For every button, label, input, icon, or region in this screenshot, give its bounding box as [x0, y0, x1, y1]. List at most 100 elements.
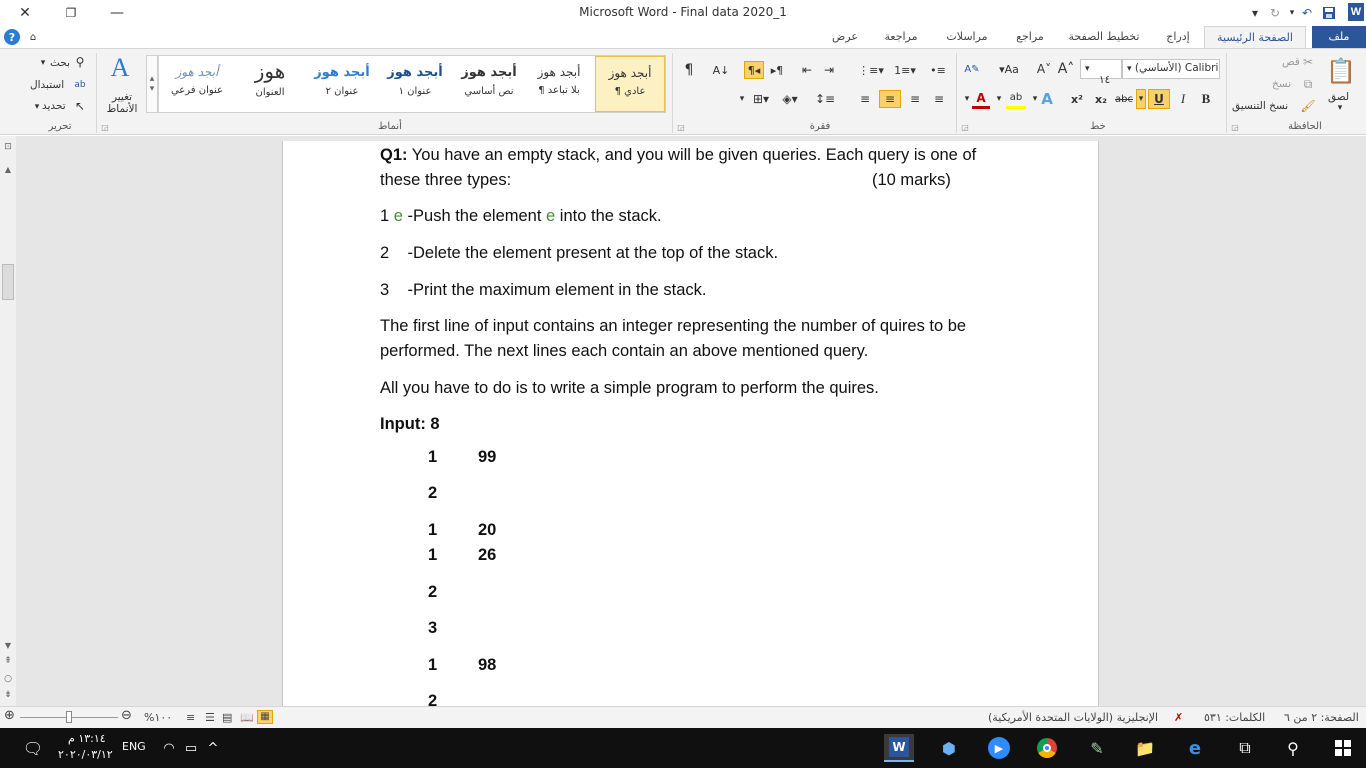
help-icon[interactable]: ?: [4, 29, 20, 45]
borders-icon[interactable]: ⊞▾: [748, 90, 774, 108]
text-effects-icon[interactable]: A: [1038, 89, 1056, 109]
undo-dropdown-icon[interactable]: ▾: [1286, 3, 1298, 23]
font-name-combo[interactable]: ▾ (الأساسي) Calibri: [1122, 59, 1220, 79]
cut-button[interactable]: قص: [1282, 56, 1300, 68]
show-marks-icon[interactable]: ¶: [680, 61, 698, 79]
language-status[interactable]: الإنجليزية (الولايات المتحدة الأمريكية): [988, 711, 1158, 724]
redo-icon[interactable]: ↻: [1266, 3, 1284, 23]
change-styles-icon[interactable]: A: [104, 53, 136, 83]
tab-insert[interactable]: إدراج: [1156, 26, 1200, 48]
web-layout-icon[interactable]: ▤: [222, 711, 232, 724]
select-dropdown-icon[interactable]: ▾: [32, 99, 42, 115]
tab-file[interactable]: ملف: [1312, 26, 1366, 48]
style-body-text[interactable]: أبجد هوز نص أساسي: [453, 56, 525, 112]
scroll-thumb[interactable]: [2, 264, 14, 300]
next-page-icon[interactable]: ⇟: [2, 688, 14, 702]
paste-button[interactable]: لصق: [1328, 91, 1349, 103]
change-case-icon[interactable]: ▾Aa: [996, 59, 1022, 79]
tab-page-layout[interactable]: تخطيط الصفحة: [1062, 26, 1146, 48]
superscript-icon[interactable]: x²: [1068, 90, 1086, 108]
find-dropdown-icon[interactable]: ▾: [38, 55, 48, 71]
shading-icon[interactable]: ◈▾: [778, 90, 802, 108]
page-number[interactable]: الصفحة: ٢ من ٦: [1284, 711, 1359, 724]
sort-icon[interactable]: A↓: [712, 61, 730, 79]
italic-icon[interactable]: I: [1174, 90, 1192, 108]
shrink-font-icon[interactable]: A˅: [1034, 59, 1054, 79]
chrome-icon[interactable]: [1032, 734, 1062, 762]
collapse-ribbon-icon[interactable]: ⌂: [26, 29, 40, 45]
zoom-app-icon[interactable]: ▶: [984, 734, 1014, 762]
scroll-down-icon[interactable]: ▼: [2, 640, 14, 650]
language-indicator[interactable]: ENG: [122, 740, 146, 753]
style-heading-1[interactable]: أبجد هوز عنوان ١: [379, 56, 451, 112]
font-size-combo[interactable]: ▾ ١٤: [1080, 59, 1122, 86]
align-left-icon[interactable]: ≡: [879, 90, 901, 108]
tab-references[interactable]: مراجع: [1006, 26, 1054, 48]
zoom-slider-thumb[interactable]: [66, 711, 72, 723]
style-subtitle[interactable]: أبجد هوز عنوان فرعي: [163, 56, 231, 112]
clock-date[interactable]: ٢٠٢٠/٠٣/١٢: [58, 748, 113, 761]
change-styles-button[interactable]: تغيير الأنماط: [101, 91, 143, 115]
grow-font-icon[interactable]: A˄: [1056, 59, 1076, 79]
multilevel-list-icon[interactable]: ⋮≡▾: [856, 61, 886, 79]
styles-launcher-icon[interactable]: ◲: [100, 121, 110, 133]
outline-view-icon[interactable]: ☰: [205, 711, 215, 724]
proofing-icon[interactable]: ✗: [1174, 711, 1183, 724]
strikethrough-icon[interactable]: abc: [1114, 90, 1134, 108]
underline-dropdown-icon[interactable]: ▾: [1136, 89, 1146, 109]
browse-object-icon[interactable]: ○: [2, 672, 14, 686]
bullets-icon[interactable]: •≡: [926, 61, 950, 79]
vertical-scrollbar[interactable]: ⊡ ▲ ▼ ⇞ ○ ⇟: [0, 136, 16, 706]
increase-indent-icon[interactable]: ⇥: [820, 61, 838, 79]
highlight-icon[interactable]: ab: [1006, 89, 1026, 109]
file-explorer-icon[interactable]: 📁: [1130, 734, 1160, 762]
previous-page-icon[interactable]: ⇞: [2, 654, 14, 668]
print-layout-icon[interactable]: ▦: [257, 710, 273, 724]
word-count[interactable]: الكلمات: ٥٣١: [1204, 711, 1265, 724]
styles-scroll-icon[interactable]: ▴ ▾: [146, 55, 158, 113]
scroll-up-icon[interactable]: ▲: [2, 164, 14, 174]
start-button[interactable]: [1328, 734, 1358, 762]
paste-icon[interactable]: 📋: [1324, 53, 1358, 89]
full-screen-reading-icon[interactable]: 📖: [240, 711, 254, 724]
style-no-spacing[interactable]: أبجد هوز ¶ بلا تباعد: [527, 56, 591, 112]
replace-button[interactable]: استبدال: [30, 79, 64, 91]
task-view-icon[interactable]: ⧉: [1230, 734, 1260, 762]
tools-icon[interactable]: ✎: [1082, 734, 1112, 762]
align-center-icon[interactable]: ≡: [904, 90, 926, 108]
document-page[interactable]: Q1: You have an empty stack, and you wil…: [282, 141, 1099, 706]
rtl-direction-icon[interactable]: ¶◂: [744, 61, 764, 79]
virtualbox-icon[interactable]: ⬢: [934, 734, 964, 762]
zoom-in-icon[interactable]: ⊕: [4, 708, 15, 723]
style-normal[interactable]: أبجد هوز ¶ عادي: [595, 56, 665, 112]
style-heading-2[interactable]: أبجد هوز عنوان ٢: [307, 56, 377, 112]
format-painter-button[interactable]: نسخ التنسيق: [1232, 100, 1288, 112]
ltr-direction-icon[interactable]: ▸¶: [768, 61, 786, 79]
font-launcher-icon[interactable]: ◲: [960, 121, 970, 133]
find-button[interactable]: بحث: [50, 57, 70, 69]
select-button[interactable]: تحديد: [42, 100, 66, 112]
font-color-dropdown-icon[interactable]: ▾: [962, 90, 972, 108]
zoom-level[interactable]: %١٠٠: [144, 711, 172, 724]
highlight-dropdown-icon[interactable]: ▾: [994, 90, 1004, 108]
font-color-icon[interactable]: A: [972, 89, 990, 109]
search-icon[interactable]: ⚲: [1278, 734, 1308, 762]
word-taskbar-icon[interactable]: W: [884, 734, 914, 762]
copy-button[interactable]: نسخ: [1272, 78, 1291, 90]
clock-time[interactable]: ١٣:١٤ م: [68, 732, 106, 745]
ruler-toggle-icon[interactable]: ⊡: [2, 140, 14, 154]
tab-home[interactable]: الصفحة الرئيسية: [1204, 26, 1306, 49]
zoom-out-icon[interactable]: ⊖: [121, 708, 132, 723]
subscript-icon[interactable]: x₂: [1092, 90, 1110, 108]
tab-view[interactable]: عرض: [818, 26, 872, 48]
line-spacing-icon[interactable]: ↕≡: [812, 90, 838, 108]
borders-dropdown-icon[interactable]: ▾: [736, 90, 748, 108]
paste-dropdown-icon[interactable]: ▾: [1334, 103, 1346, 113]
align-right-icon[interactable]: ≡: [928, 90, 950, 108]
undo-icon[interactable]: ↶: [1298, 3, 1316, 23]
underline-icon[interactable]: U: [1148, 89, 1170, 109]
paragraph-launcher-icon[interactable]: ◲: [676, 121, 686, 133]
tab-mailings[interactable]: مراسلات: [936, 26, 998, 48]
save-icon[interactable]: [1320, 3, 1338, 23]
show-hidden-icons[interactable]: ^: [198, 734, 228, 762]
